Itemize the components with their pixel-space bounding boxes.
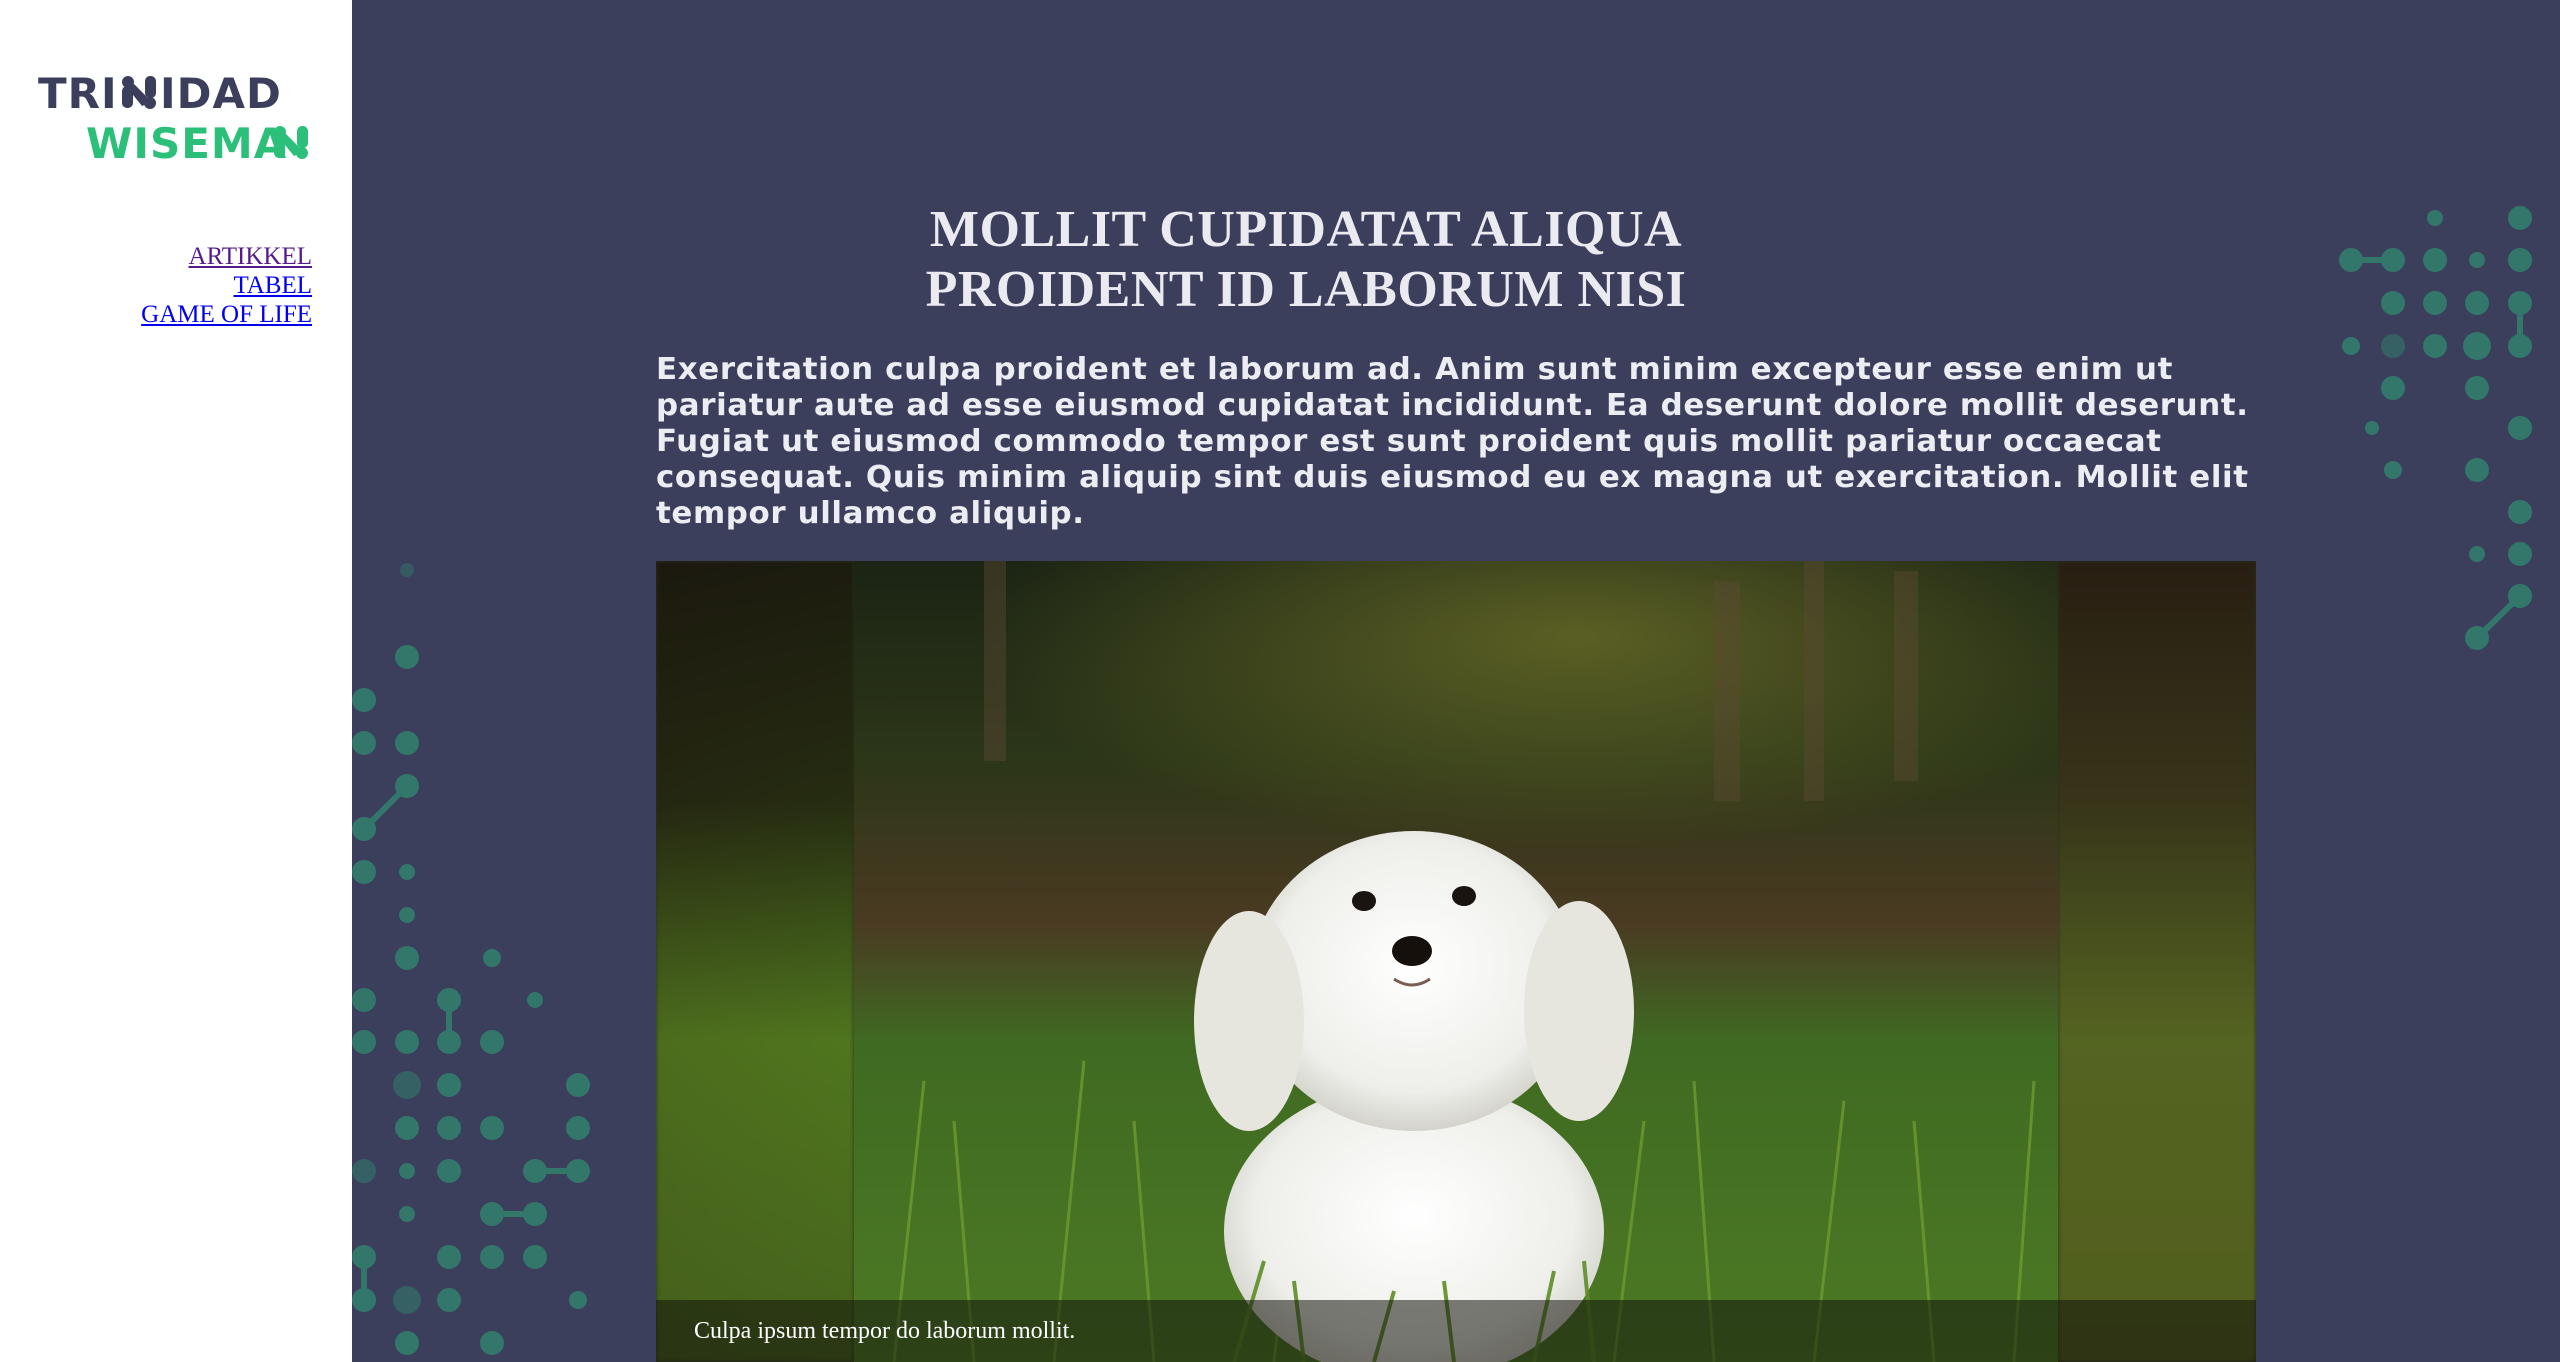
nav-link-game-of-life[interactable]: GAME OF LIFE <box>141 300 312 329</box>
brand-logo[interactable]: TRI IDAD WISEMA <box>38 70 314 162</box>
photo-blur-right <box>2058 561 2256 1362</box>
decorative-dots-left <box>352 540 612 1362</box>
svg-text:IDAD: IDAD <box>160 70 282 118</box>
main-content: MOLLIT CUPIDATAT ALIQUA PROIDENT ID LABO… <box>352 0 2560 1362</box>
lede-paragraph: Exercitation culpa proident et laborum a… <box>656 352 2249 531</box>
page-title: MOLLIT CUPIDATAT ALIQUA PROIDENT ID LABO… <box>552 200 2060 320</box>
svg-text:TRI: TRI <box>38 70 118 118</box>
nav-link-tabel[interactable]: TABEL <box>141 271 312 300</box>
figure-caption: Culpa ipsum tempor do laborum mollit. <box>656 1300 2256 1362</box>
page-title-line-1: MOLLIT CUPIDATAT ALIQUA <box>929 201 1683 258</box>
main-nav: ARTIKKEL TABEL GAME OF LIFE <box>141 242 312 329</box>
puppy-photo <box>854 561 2058 1362</box>
sidebar: TRI IDAD WISEMA ARTIKKEL TABEL GAME OF L… <box>0 0 352 1362</box>
page-title-line-2: PROIDENT ID LABORUM NISI <box>925 261 1687 318</box>
svg-text:WISEMA: WISEMA <box>86 119 287 162</box>
photo-blur-left <box>656 561 854 1362</box>
nav-link-artikkel[interactable]: ARTIKKEL <box>141 242 312 271</box>
decorative-dots-right <box>2320 200 2560 660</box>
puppy-figure: Culpa ipsum tempor do laborum mollit. <box>656 561 2256 1362</box>
